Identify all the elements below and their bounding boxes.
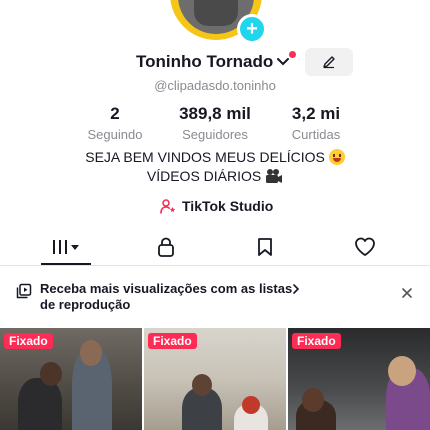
video-camera-icon (266, 169, 283, 183)
edit-profile-button[interactable] (305, 48, 353, 76)
stat-value: 3,2 mi (291, 104, 341, 123)
pinned-badge: Fixado (292, 333, 341, 349)
thumbnail-figure (80, 340, 102, 366)
username-row: Toninho Tornado (0, 50, 430, 76)
chevron-down-icon[interactable] (276, 55, 290, 69)
thumbnail-figure (302, 388, 324, 412)
bio-text: VÍDEOS DIÁRIOS (146, 168, 262, 184)
studio-label: TikTok Studio (182, 198, 274, 214)
thumbnail-figure (40, 362, 62, 386)
tab-videos[interactable] (41, 234, 91, 260)
thumbnail-figure (192, 374, 212, 396)
notification-dot (289, 51, 296, 58)
plus-icon: + (246, 18, 258, 40)
stat-label: Seguindo (87, 127, 143, 142)
add-avatar-button[interactable]: + (237, 14, 267, 44)
thumbnail-figure (18, 378, 62, 430)
chevron-right-icon[interactable] (290, 283, 302, 295)
profile-stats: 2 Seguindo 389,8 mil Seguidores 3,2 mi C… (0, 104, 430, 144)
pinned-badge: Fixado (148, 333, 197, 349)
user-handle: @clipadasdo.toninho (154, 78, 276, 93)
bookmark-icon (258, 238, 272, 256)
thumbnail-figure (242, 396, 260, 414)
stat-likes[interactable]: 3,2 mi Curtidas (261, 104, 371, 142)
bio-text: SEJA BEM VINDOS MEUS DELÍCIOS (85, 149, 325, 165)
video-thumbnail[interactable]: Fixado (288, 328, 430, 430)
profile-bio: SEJA BEM VINDOS MEUS DELÍCIOS VÍDEOS DIÁ… (0, 148, 430, 186)
close-icon[interactable] (400, 286, 414, 300)
playlist-icon (16, 283, 32, 299)
active-tab-indicator (41, 263, 91, 265)
video-grid: Fixado Fixado Fixado (0, 328, 430, 430)
stat-following[interactable]: 2 Seguindo (60, 104, 170, 142)
avatar-figure-detail (194, 0, 238, 26)
pencil-icon (323, 56, 335, 69)
username[interactable]: Toninho Tornado (136, 52, 273, 72)
grinning-face-icon (328, 149, 345, 165)
tab-private[interactable] (141, 234, 191, 260)
banner-text: Receba mais visualizações com as listas … (40, 281, 293, 312)
stat-followers[interactable]: 389,8 mil Seguidores (160, 104, 270, 142)
playlist-banner[interactable]: Receba mais visualizações com as listas … (0, 270, 430, 324)
tiktok-studio-link[interactable]: TikTok Studio (160, 196, 273, 216)
stat-value: 2 (110, 104, 120, 123)
bio-line-2: VÍDEOS DIÁRIOS (0, 167, 430, 186)
grid-bars-icon (53, 240, 79, 254)
video-thumbnail[interactable]: Fixado (144, 328, 286, 430)
thumbnail-figure (388, 356, 416, 386)
profile-tabs (0, 228, 430, 266)
tab-favorites[interactable] (240, 234, 290, 260)
tab-liked[interactable] (340, 234, 390, 260)
stat-label: Curtidas (291, 127, 341, 142)
video-thumbnail[interactable]: Fixado (0, 328, 142, 430)
pinned-badge: Fixado (4, 333, 53, 349)
studio-person-star-icon (160, 199, 176, 214)
stat-label: Seguidores (182, 127, 248, 142)
heart-icon (355, 237, 375, 256)
stat-value: 389,8 mil (179, 104, 251, 123)
lock-icon (158, 237, 174, 257)
bio-line-1: SEJA BEM VINDOS MEUS DELÍCIOS (0, 148, 430, 167)
